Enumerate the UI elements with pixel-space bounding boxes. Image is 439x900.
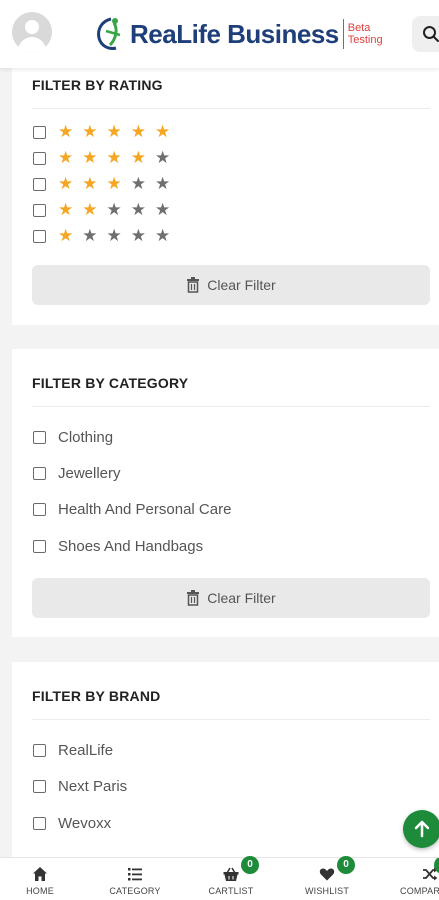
clear-filter-label: Clear Filter [207, 590, 276, 606]
brand-label-next-paris: Next Paris [58, 778, 128, 795]
logo-mark-icon [97, 17, 121, 50]
star-empty-icon: ★ [155, 148, 171, 167]
rating-filter-divider [32, 108, 430, 109]
nav-category-label: CATEGORY [109, 886, 161, 896]
star-empty-icon: ★ [155, 174, 171, 193]
category-label-jewellery: Jewellery [58, 465, 121, 482]
rating-stars-5[interactable]: ★ ★ ★ ★ ★ [58, 123, 170, 140]
star-empty-icon: ★ [155, 226, 171, 245]
nav-compare-label: COMPARE [400, 886, 439, 896]
nav-wishlist-label: WISHLIST [304, 886, 350, 896]
star-empty-icon: ★ [155, 200, 171, 219]
clear-filter-label: Clear Filter [207, 277, 276, 293]
logo-divider [342, 19, 344, 49]
category-label-clothing: Clothing [58, 429, 114, 446]
star-filled-icon: ★ [82, 174, 98, 193]
heart-icon [319, 868, 335, 881]
basket-icon [223, 867, 239, 881]
rating-clear-filter-button[interactable]: Clear Filter [32, 265, 430, 305]
rating-stars-4[interactable]: ★ ★ ★ ★ ★ [58, 149, 170, 166]
star-filled-icon: ★ [106, 122, 122, 141]
rating-checkbox-1[interactable] [33, 230, 46, 243]
star-filled-icon: ★ [58, 200, 74, 219]
brand-filter-title: FILTER BY BRAND [32, 688, 161, 704]
wishlist-count-badge: 0 [337, 856, 355, 874]
trash-icon [187, 277, 200, 293]
brand-filter-card: FILTER BY BRAND RealLife Next Paris Wevo… [12, 662, 439, 858]
brand-logo[interactable]: ReaLife Business Beta Testing [94, 14, 383, 54]
brand-filter-divider [32, 719, 430, 720]
star-filled-icon: ★ [58, 174, 74, 193]
star-empty-icon: ★ [130, 174, 146, 193]
brand-label-reallife: RealLife [58, 742, 114, 759]
category-checkbox-health[interactable] [33, 503, 46, 516]
category-clear-filter-button[interactable]: Clear Filter [32, 578, 430, 618]
avatar-body [18, 37, 46, 52]
brand-checkbox-reallife[interactable] [33, 744, 46, 757]
rating-stars-2[interactable]: ★ ★ ★ ★ ★ [58, 201, 170, 218]
scroll-to-top-button[interactable] [403, 810, 439, 848]
search-button[interactable] [412, 16, 439, 52]
arrow-up-icon [414, 820, 430, 838]
category-label-shoes: Shoes And Handbags [58, 538, 204, 555]
star-empty-icon: ★ [82, 226, 98, 245]
category-checkbox-jewellery[interactable] [33, 467, 46, 480]
rating-checkbox-3[interactable] [33, 178, 46, 191]
beta-line-2: Testing [347, 34, 383, 46]
star-filled-icon: ★ [155, 122, 171, 141]
star-filled-icon: ★ [82, 148, 98, 167]
star-filled-icon: ★ [106, 174, 122, 193]
rating-checkbox-2[interactable] [33, 204, 46, 217]
nav-cartlist[interactable]: 0 CARTLIST [191, 856, 271, 900]
category-label-health: Health And Personal Care [58, 501, 232, 518]
search-icon [423, 26, 439, 42]
star-filled-icon: ★ [82, 200, 98, 219]
star-empty-icon: ★ [130, 226, 146, 245]
bottom-navigation: HOME CATEGORY 0 CARTLIST 0 WISHLIST COMP… [0, 856, 439, 900]
beta-line-1: Beta [347, 22, 371, 34]
app-header: ReaLife Business Beta Testing [0, 0, 439, 68]
avatar-head [25, 20, 39, 34]
rating-stars-1[interactable]: ★ ★ ★ ★ ★ [58, 227, 170, 244]
brand-checkbox-next-paris[interactable] [33, 780, 46, 793]
star-filled-icon: ★ [130, 122, 146, 141]
star-filled-icon: ★ [58, 148, 74, 167]
list-icon [128, 868, 142, 881]
category-filter-divider [32, 406, 430, 407]
nav-home[interactable]: HOME [0, 858, 80, 900]
brand-label-wevoxx: Wevoxx [58, 815, 112, 832]
nav-category[interactable]: CATEGORY [95, 858, 175, 900]
rating-checkbox-4[interactable] [33, 152, 46, 165]
rating-filter-title: FILTER BY RATING [32, 77, 163, 93]
trash-icon [187, 590, 200, 606]
rating-stars-3[interactable]: ★ ★ ★ ★ ★ [58, 175, 170, 192]
nav-cartlist-label: CARTLIST [208, 886, 254, 896]
nav-compare[interactable]: 0 COMPARE [378, 858, 439, 900]
avatar[interactable] [12, 12, 52, 52]
home-icon [33, 867, 47, 881]
category-checkbox-clothing[interactable] [33, 431, 46, 444]
category-checkbox-shoes[interactable] [33, 540, 46, 553]
star-filled-icon: ★ [106, 148, 122, 167]
star-empty-icon: ★ [106, 200, 122, 219]
beta-tag: Beta Testing [348, 22, 383, 46]
brand-checkbox-wevoxx[interactable] [33, 817, 46, 830]
nav-wishlist[interactable]: 0 WISHLIST [287, 856, 367, 900]
cart-count-badge: 0 [241, 856, 259, 874]
rating-filter-card: FILTER BY RATING ★ ★ ★ ★ ★ ★ ★ ★ ★ ★ ★ ★ ★ ★ ★ ★ ★ ★ ★ ★ ★ ★ ★… [12, 68, 439, 325]
star-empty-icon: ★ [106, 226, 122, 245]
rating-checkbox-5[interactable] [33, 126, 46, 139]
brand-name: ReaLife Business [130, 18, 339, 49]
star-filled-icon: ★ [58, 122, 74, 141]
star-empty-icon: ★ [130, 200, 146, 219]
star-filled-icon: ★ [58, 226, 74, 245]
category-filter-card: FILTER BY CATEGORY Clothing Jewellery He… [12, 349, 439, 637]
category-filter-title: FILTER BY CATEGORY [32, 375, 189, 391]
star-filled-icon: ★ [82, 122, 98, 141]
star-filled-icon: ★ [130, 148, 146, 167]
nav-home-label: HOME [26, 886, 54, 896]
